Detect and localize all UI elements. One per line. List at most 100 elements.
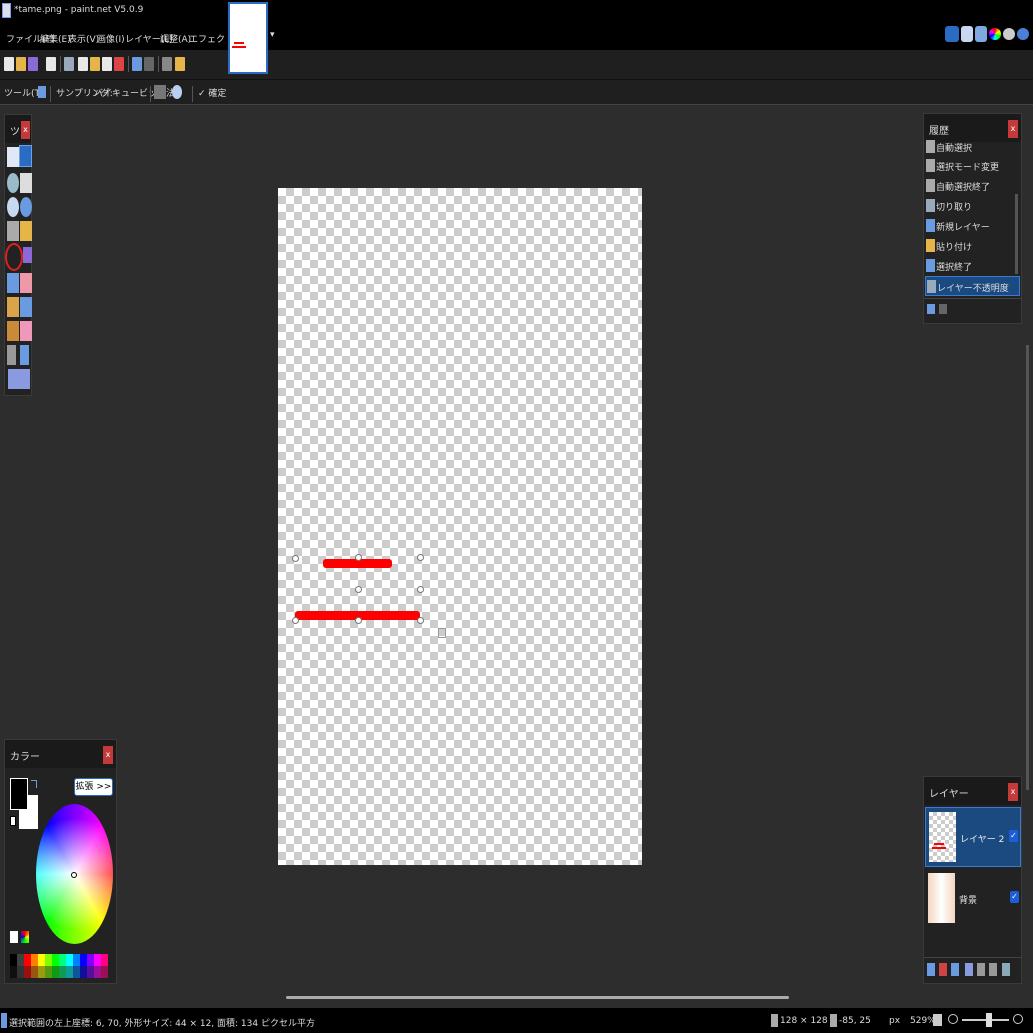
shapes-icon[interactable] — [8, 369, 30, 389]
history-item[interactable]: 自動選択終了 — [925, 176, 1020, 196]
paintbrush-icon[interactable] — [7, 273, 19, 293]
colors-toggle-icon[interactable] — [989, 28, 1001, 40]
copy-icon[interactable] — [78, 57, 88, 71]
palette-swatch[interactable] — [94, 954, 101, 966]
palette-swatch[interactable] — [59, 966, 66, 978]
zoom-in-icon[interactable] — [1013, 1014, 1023, 1024]
pencil-icon[interactable] — [7, 297, 19, 317]
palette-swatch[interactable] — [87, 966, 94, 978]
layer-row[interactable]: 背景 ✓ — [925, 869, 1021, 929]
unit-select[interactable]: px — [889, 1016, 900, 1026]
palette-swatch[interactable] — [31, 954, 38, 966]
palette-swatch[interactable] — [17, 966, 24, 978]
rotate-center-handle[interactable] — [355, 586, 362, 593]
history-item[interactable]: 新規レイヤー — [925, 216, 1020, 236]
tools-toggle-icon[interactable] — [945, 26, 959, 42]
palette-swatch[interactable] — [101, 954, 108, 966]
ruler-icon[interactable] — [175, 57, 185, 71]
rectangle-select-icon[interactable] — [7, 147, 19, 167]
palette-swatch[interactable] — [94, 966, 101, 978]
print-icon[interactable] — [46, 57, 56, 71]
layer-row-selected[interactable]: レイヤー 2 ✓ — [925, 807, 1021, 867]
move-layer-down-icon[interactable] — [989, 963, 997, 976]
move-selection-icon[interactable] — [20, 173, 32, 193]
ellipse-select-icon[interactable] — [7, 197, 19, 217]
redo-icon[interactable] — [144, 57, 154, 71]
expand-button[interactable]: 拡張 >> — [74, 778, 113, 796]
layers-panel-close[interactable]: x — [1008, 783, 1018, 801]
help-icon[interactable] — [1017, 28, 1029, 40]
reset-colors-icon[interactable] — [10, 816, 16, 826]
undo-icon[interactable] — [927, 304, 935, 314]
antialias-icon[interactable] — [154, 85, 166, 99]
move-tool-icon[interactable] — [38, 86, 46, 98]
menu-adjust[interactable]: 調整(A) — [160, 32, 191, 45]
layer-visibility-checkbox[interactable]: ✓ — [1009, 830, 1018, 842]
add-color-icon[interactable] — [10, 931, 18, 943]
magic-wand-icon[interactable] — [7, 221, 19, 241]
palette-swatch[interactable] — [80, 966, 87, 978]
layer-visibility-checkbox[interactable]: ✓ — [1010, 891, 1019, 903]
zoom-out-icon[interactable] — [948, 1014, 958, 1024]
cut-icon[interactable] — [64, 57, 74, 71]
selection-handle[interactable] — [417, 554, 424, 561]
history-item[interactable]: 選択モード変更 — [925, 156, 1020, 176]
move-layer-up-icon[interactable] — [977, 963, 985, 976]
color-picker-icon[interactable] — [20, 297, 32, 317]
palette-swatch[interactable] — [24, 954, 31, 966]
recolor-icon[interactable] — [20, 321, 32, 341]
palette-swatch[interactable] — [73, 966, 80, 978]
selection-handle[interactable] — [417, 617, 424, 624]
layers-toggle-icon[interactable] — [975, 26, 987, 42]
selection-handle[interactable] — [292, 555, 299, 562]
pan-hand-icon[interactable] — [20, 221, 32, 241]
palette-swatch[interactable] — [59, 954, 66, 966]
image-canvas[interactable] — [278, 188, 642, 865]
settings-gear-icon[interactable] — [1003, 28, 1015, 40]
swap-colors-icon[interactable] — [31, 780, 37, 788]
palette-swatch[interactable] — [80, 954, 87, 966]
selection-handle[interactable] — [417, 586, 424, 593]
colors-panel-close[interactable]: x — [103, 746, 113, 764]
palette-swatch[interactable] — [38, 954, 45, 966]
zoom-level[interactable]: 529% — [910, 1016, 936, 1026]
confirm-button[interactable]: ✓ 確定 — [198, 86, 226, 99]
redo-icon[interactable] — [939, 304, 947, 314]
selection-handle[interactable] — [355, 617, 362, 624]
blend-mode-icon[interactable] — [172, 85, 182, 99]
delete-layer-icon[interactable] — [939, 963, 947, 976]
primary-color-swatch[interactable] — [10, 778, 28, 810]
eraser-icon[interactable] — [20, 273, 32, 293]
selection-handle[interactable] — [355, 554, 362, 561]
palette-swatch[interactable] — [66, 954, 73, 966]
gradient-icon[interactable] — [23, 247, 32, 263]
add-layer-icon[interactable] — [927, 963, 935, 976]
zoom-slider-thumb[interactable] — [986, 1013, 992, 1027]
selection-handle[interactable] — [292, 617, 299, 624]
palette-menu-icon[interactable] — [21, 931, 29, 943]
history-scrollbar[interactable] — [1015, 194, 1018, 274]
paint-bucket-icon[interactable] — [5, 243, 23, 271]
layer-properties-icon[interactable] — [1002, 963, 1010, 976]
palette-swatch[interactable] — [45, 954, 52, 966]
palette-swatch[interactable] — [45, 966, 52, 978]
palette-swatch[interactable] — [38, 966, 45, 978]
open-file-icon[interactable] — [16, 57, 26, 71]
palette-swatch[interactable] — [31, 966, 38, 978]
line-curve-icon[interactable] — [20, 345, 29, 365]
duplicate-layer-icon[interactable] — [951, 963, 959, 976]
tools-panel-close[interactable]: x — [21, 121, 30, 139]
palette-swatch[interactable] — [101, 966, 108, 978]
menu-view[interactable]: 表示(V) — [68, 32, 99, 45]
palette-swatch[interactable] — [87, 954, 94, 966]
undo-icon[interactable] — [132, 57, 142, 71]
palette-swatch[interactable] — [66, 966, 73, 978]
history-toggle-icon[interactable] — [961, 26, 973, 42]
grid-icon[interactable] — [162, 57, 172, 71]
history-item-selected[interactable]: レイヤー不透明度 — [925, 276, 1020, 296]
history-panel-close[interactable]: x — [1008, 120, 1018, 138]
palette-swatch[interactable] — [10, 954, 17, 966]
palette-swatch[interactable] — [10, 966, 17, 978]
menu-image[interactable]: 画像(I) — [97, 32, 125, 45]
palette-swatch[interactable] — [24, 966, 31, 978]
